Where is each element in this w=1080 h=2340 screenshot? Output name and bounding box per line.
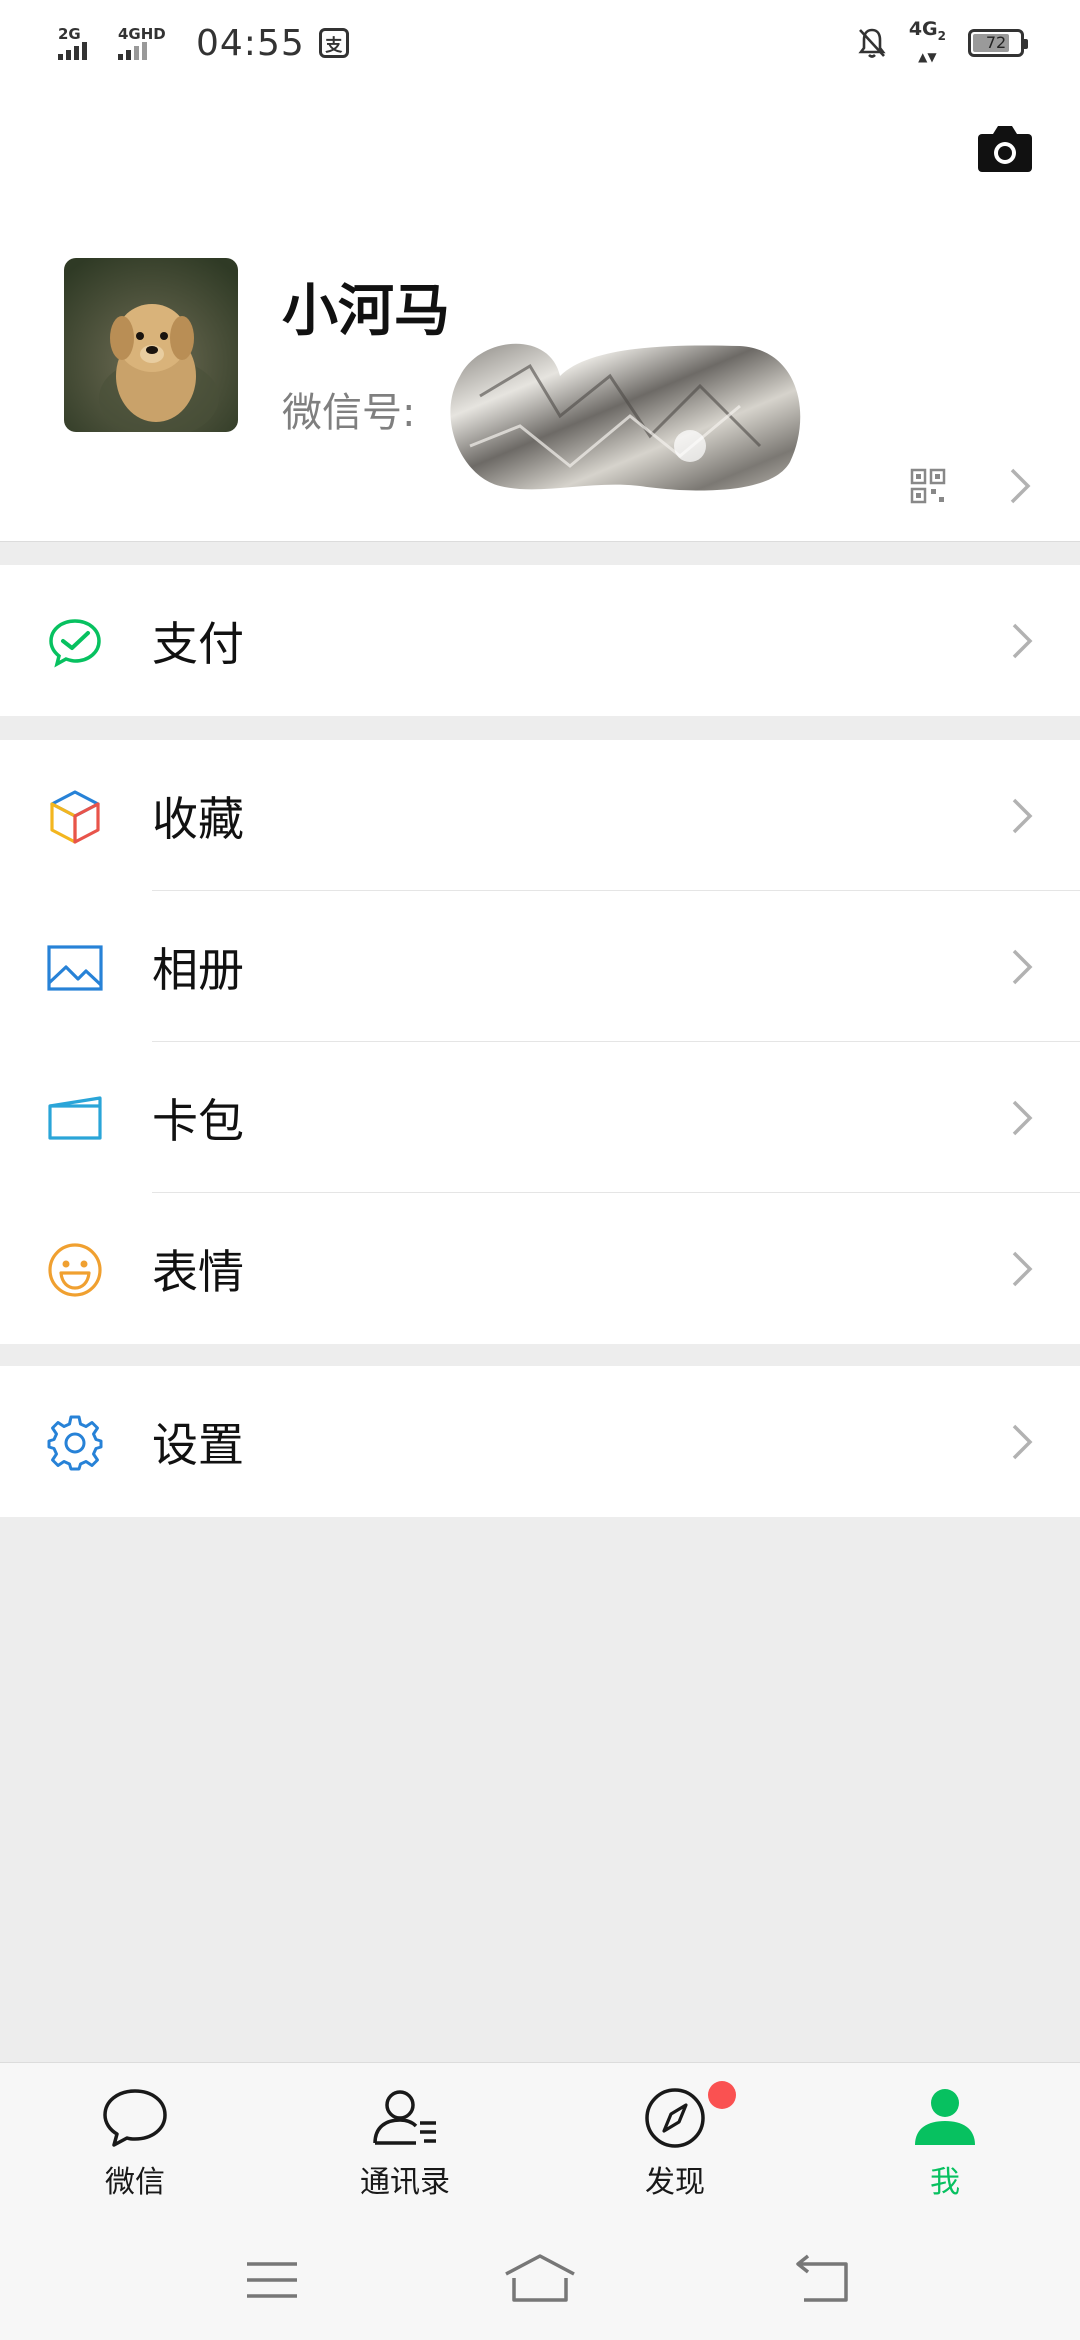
- menu-group-settings: 设置: [0, 1366, 1080, 1517]
- tab-label-discover: 发现: [645, 2165, 705, 2200]
- menu-item-stickers[interactable]: 表情: [0, 1193, 1080, 1344]
- chevron-right-icon: [1012, 1251, 1033, 1287]
- menu-label-favorites: 收藏: [152, 791, 244, 846]
- chevron-right-icon: [1012, 949, 1033, 985]
- camera-icon[interactable]: [976, 124, 1034, 174]
- favorites-cube-icon: [50, 790, 100, 844]
- redacted-wechat-id-image: [450, 343, 801, 491]
- menu-item-pay[interactable]: 支付: [0, 565, 1080, 716]
- tab-label-me: 我: [930, 2165, 960, 2200]
- tab-discover[interactable]: 发现: [540, 2063, 810, 2223]
- menu-icon[interactable]: [222, 2250, 322, 2310]
- chevron-right-icon: [1012, 623, 1033, 659]
- battery-icon: 72: [968, 28, 1028, 57]
- contacts-icon: [373, 2090, 436, 2145]
- profile-nickname: 小河马: [282, 279, 450, 344]
- qr-code-icon[interactable]: [910, 468, 946, 504]
- menu-item-album[interactable]: 相册: [0, 891, 1080, 1042]
- system-nav-bar: [0, 2222, 1080, 2340]
- menu-group-main: 收藏 相册 卡包 表情: [0, 740, 1080, 1344]
- status-right: 4G2 ▲▼ 72: [857, 17, 1028, 68]
- menu-label-stickers: 表情: [152, 1244, 244, 1299]
- album-icon: [47, 945, 103, 991]
- sticker-smile-icon: [48, 1243, 102, 1297]
- card-wallet-icon: [48, 1096, 102, 1140]
- menu-label-album: 相册: [152, 942, 244, 997]
- network-sub-label: 2: [937, 28, 946, 43]
- signal-2g-icon: 2G: [58, 24, 104, 60]
- tab-label-contacts: 通讯录: [360, 2165, 450, 2200]
- bell-muted-icon: [858, 28, 886, 58]
- menu-label-cards: 卡包: [152, 1093, 244, 1148]
- menu-label-settings: 设置: [152, 1417, 244, 1472]
- settings-gear-icon: [47, 1415, 103, 1471]
- signal-4ghd-icon: 4GHD: [118, 24, 178, 60]
- avatar[interactable]: [64, 258, 238, 432]
- home-icon[interactable]: [490, 2250, 590, 2310]
- network-4g-icon: 4G2 ▲▼: [908, 17, 946, 65]
- tab-label-chats: 微信: [105, 2165, 165, 2200]
- chevron-right-icon: [1012, 798, 1033, 834]
- wechat-pay-icon: [49, 619, 101, 668]
- menu-label-pay: 支付: [152, 616, 244, 671]
- chevron-right-icon: [1010, 468, 1031, 504]
- chevron-right-icon: [1012, 1100, 1033, 1136]
- alipay-notification-icon: 支: [318, 28, 349, 58]
- signal-4ghd-label: 4GHD: [118, 24, 166, 43]
- status-bar: 2G 4GHD 04:55 支 4G2 ▲▼ 72: [0, 0, 1080, 86]
- bottom-tab-bar: 微信 通讯录 发现 我: [0, 2062, 1080, 2222]
- menu-group-pay: 支付: [0, 565, 1080, 716]
- puppy-avatar-image: [64, 258, 238, 432]
- wechat-id-label: 微信号:: [282, 390, 416, 436]
- battery-level: 72: [985, 33, 1007, 53]
- tab-chats[interactable]: 微信: [0, 2063, 270, 2223]
- status-left: 2G 4GHD 04:55 支: [58, 23, 349, 64]
- me-person-icon: [915, 2089, 975, 2145]
- status-time: 04:55: [196, 22, 305, 64]
- discover-badge-dot: [708, 2081, 736, 2109]
- back-icon[interactable]: [774, 2250, 874, 2310]
- profile-header[interactable]: 小河马 微信号:: [0, 86, 1080, 542]
- tab-contacts[interactable]: 通讯录: [270, 2063, 540, 2223]
- chevron-right-icon: [1012, 1424, 1033, 1460]
- network-label: 4G: [908, 17, 938, 40]
- menu-item-settings[interactable]: 设置: [0, 1366, 1080, 1517]
- menu-item-favorites[interactable]: 收藏: [0, 740, 1080, 891]
- compass-icon: [645, 2088, 705, 2148]
- chat-bubble-icon: [103, 2089, 167, 2147]
- signal-2g-label: 2G: [58, 24, 81, 43]
- menu-item-cards[interactable]: 卡包: [0, 1042, 1080, 1193]
- tab-me[interactable]: 我: [810, 2063, 1080, 2223]
